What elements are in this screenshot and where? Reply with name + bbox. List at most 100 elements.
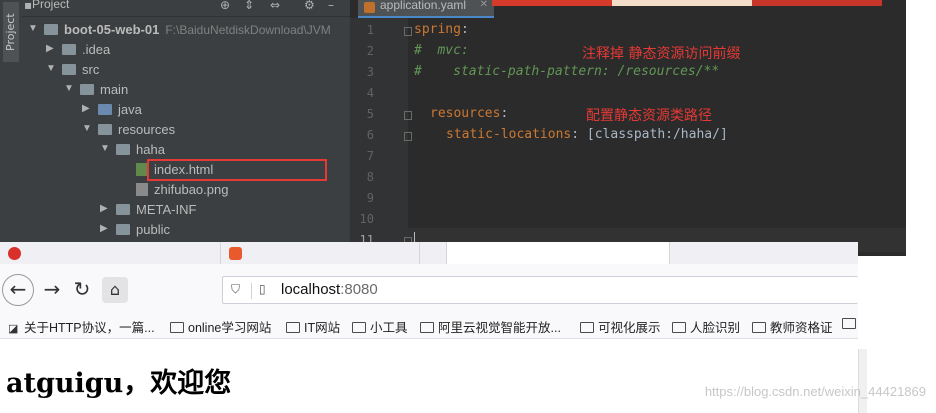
code-line-6: static-locations: [classpath:/haha/] bbox=[446, 127, 728, 142]
page-info-icon[interactable]: ▯ bbox=[259, 282, 271, 296]
forward-arrow-icon[interactable]: → bbox=[36, 274, 68, 306]
folder-icon bbox=[170, 322, 184, 333]
line-number: 10 bbox=[359, 212, 374, 226]
browser-tab-active[interactable] bbox=[447, 242, 670, 264]
tool-window-strip: Project bbox=[0, 0, 23, 256]
expand-all-icon[interactable]: ⇕ bbox=[244, 0, 254, 12]
tree-item-resources[interactable]: ▼ resources bbox=[22, 120, 350, 140]
line-number: 6 bbox=[366, 128, 374, 142]
browser-tab[interactable] bbox=[0, 242, 221, 264]
fold-marker-icon[interactable] bbox=[404, 132, 412, 141]
chevron-down-icon[interactable]: ▼ bbox=[64, 83, 74, 94]
chevron-right-icon[interactable]: ▶ bbox=[100, 223, 108, 234]
tab-favicon-icon bbox=[229, 247, 242, 260]
tree-item-public[interactable]: ▶ public bbox=[22, 220, 350, 240]
code-line-3: # static-path-pattern: /resources/** bbox=[414, 64, 720, 79]
tree-item-src[interactable]: ▼ src bbox=[22, 60, 350, 80]
bookmark-label: 可视化展示 bbox=[598, 321, 661, 335]
folder-icon bbox=[44, 24, 58, 35]
hide-icon[interactable]: – bbox=[328, 0, 334, 12]
shield-icon[interactable]: ⛉ bbox=[231, 282, 243, 296]
tree-item-meta-inf[interactable]: ▶ META-INF bbox=[22, 200, 350, 220]
tab-favicon-icon bbox=[8, 247, 21, 260]
fold-marker-icon[interactable] bbox=[404, 111, 412, 120]
background-photo-strip bbox=[492, 0, 882, 6]
yaml-key: resources bbox=[430, 106, 501, 121]
bookmark-item[interactable]: ◪ 关于HTTP协议，一篇... bbox=[8, 317, 155, 336]
editor-tab-label: application.yaml bbox=[380, 0, 467, 12]
page-heading: atguigu，欢迎您 bbox=[6, 368, 232, 399]
line-number: 4 bbox=[366, 86, 374, 100]
code-line-2: # mvc: bbox=[414, 43, 469, 58]
tree-item-label: haha bbox=[136, 142, 165, 157]
yaml-file-icon bbox=[364, 2, 375, 13]
bookmark-folder[interactable]: 小工具 bbox=[352, 317, 408, 336]
browser-tab[interactable] bbox=[670, 242, 858, 264]
collapse-all-icon[interactable]: ⇔ bbox=[270, 0, 280, 12]
folder-icon bbox=[352, 322, 366, 333]
folder-icon bbox=[672, 322, 686, 333]
chevron-right-icon[interactable]: ▶ bbox=[82, 103, 90, 114]
folder-icon bbox=[580, 322, 594, 333]
image-file-icon bbox=[136, 183, 148, 196]
line-number: 8 bbox=[366, 170, 374, 184]
watermark: https://blog.csdn.net/weixin_44421869 bbox=[704, 384, 926, 399]
chevron-down-icon[interactable]: ▼ bbox=[46, 63, 56, 74]
tree-item-haha[interactable]: ▼ haha bbox=[22, 140, 350, 160]
bookmark-folder[interactable]: 教师资格证 bbox=[752, 317, 833, 336]
tree-item-zhifubao-png[interactable]: zhifubao.png bbox=[22, 180, 350, 200]
bookmark-folder[interactable]: 可视化展示 bbox=[580, 317, 661, 336]
line-number: 9 bbox=[366, 191, 374, 205]
gear-icon[interactable]: ⚙ bbox=[304, 0, 315, 12]
reload-icon[interactable]: ↻ bbox=[66, 274, 98, 306]
chevron-down-icon[interactable]: ▼ bbox=[28, 23, 38, 34]
project-toolbar: ▪ Project ⊕ ⇕ ⇔ ⚙ – bbox=[22, 0, 350, 17]
tree-item-idea[interactable]: ▶ .idea bbox=[22, 40, 350, 60]
right-margin bbox=[906, 0, 936, 256]
tree-item-project-root[interactable]: ▼ boot-05-web-01 F:\BaiduNetdiskDownload\… bbox=[22, 20, 350, 40]
annotation-note: 注释掉 静态资源访问前缀 bbox=[582, 46, 741, 62]
fold-marker-icon[interactable] bbox=[404, 27, 412, 36]
folder-icon bbox=[62, 44, 76, 55]
line-number: 3 bbox=[366, 65, 374, 79]
tree-item-label: public bbox=[136, 222, 170, 237]
back-arrow-icon[interactable]: ← bbox=[2, 274, 34, 306]
browser-tab[interactable] bbox=[221, 242, 420, 264]
tree-item-main[interactable]: ▼ main bbox=[22, 80, 350, 100]
browser-tab[interactable] bbox=[420, 242, 447, 264]
chevron-down-icon[interactable]: ▼ bbox=[82, 123, 92, 134]
folder-icon bbox=[116, 144, 130, 155]
bookmark-label: 教师资格证 bbox=[770, 321, 833, 335]
folder-icon bbox=[420, 322, 434, 333]
bookmark-folder[interactable]: 阿里云视觉智能开放... bbox=[420, 317, 561, 336]
tree-item-label: java bbox=[118, 102, 142, 117]
bookmark-folder[interactable]: online学习网站 bbox=[170, 317, 271, 336]
project-panel-title[interactable]: Project bbox=[32, 0, 69, 11]
locate-icon[interactable]: ⊕ bbox=[220, 0, 230, 12]
yaml-key: spring bbox=[414, 22, 461, 37]
vertical-scrollbar[interactable] bbox=[858, 349, 867, 413]
project-tool-button[interactable]: Project bbox=[3, 2, 19, 62]
resources-folder-icon bbox=[98, 124, 112, 135]
bookmark-label: 关于HTTP协议，一篇... bbox=[24, 321, 155, 335]
annotation-note: 配置静态资源类路径 bbox=[586, 108, 712, 124]
address-bar[interactable]: ⛉ ▯ localhost:8080 bbox=[222, 276, 858, 304]
highlight-box bbox=[147, 159, 327, 181]
bookmark-folder[interactable]: 人脸识别 bbox=[672, 317, 740, 336]
project-panel: ▪ Project ⊕ ⇕ ⇔ ⚙ – ▼ boot-05-web-01 F:\B… bbox=[22, 0, 350, 256]
url-host: localhost bbox=[281, 281, 341, 298]
browser-tab-strip bbox=[0, 242, 858, 264]
code-editor[interactable]: application.yaml ✕ 1 2 3 4 5 6 7 8 9 10 … bbox=[350, 0, 906, 256]
editor-tab-application-yaml[interactable]: application.yaml ✕ bbox=[358, 0, 494, 18]
yaml-value: : [classpath:/haha/] bbox=[571, 127, 728, 142]
chevron-right-icon[interactable]: ▶ bbox=[100, 203, 108, 214]
chevron-right-icon[interactable]: ▶ bbox=[46, 43, 54, 54]
bookmark-label: online学习网站 bbox=[188, 321, 272, 335]
bookmark-folder[interactable] bbox=[842, 317, 858, 331]
home-icon[interactable]: ⌂ bbox=[102, 277, 128, 303]
chevron-down-icon[interactable]: ▼ bbox=[100, 143, 110, 154]
tree-item-java[interactable]: ▶ java bbox=[22, 100, 350, 120]
close-icon[interactable]: ✕ bbox=[480, 0, 488, 10]
folder-icon bbox=[286, 322, 300, 333]
bookmark-folder[interactable]: IT网站 bbox=[286, 317, 340, 336]
